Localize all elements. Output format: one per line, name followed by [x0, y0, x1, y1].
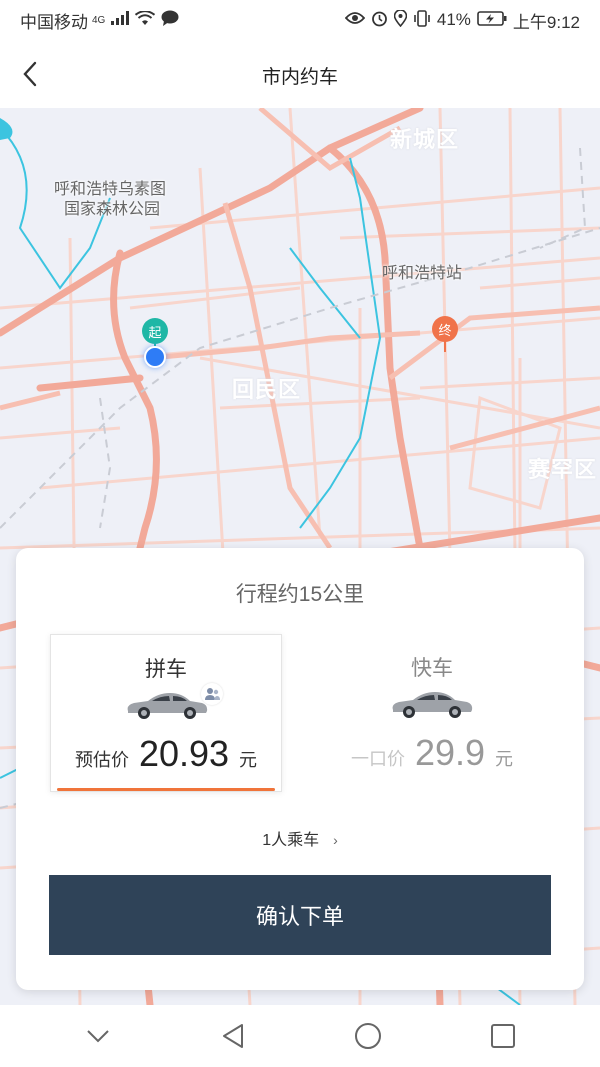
option-carpool-price: 预估价 20.93 元 — [51, 733, 281, 775]
nav-recents-button[interactable] — [478, 1011, 528, 1061]
price-value: 20.93 — [138, 733, 230, 774]
end-marker-stem — [444, 340, 446, 352]
map-label-station: 呼和浩特站 — [382, 265, 463, 282]
trip-distance: 行程约15公里 — [235, 583, 365, 606]
map-label-forest-park-line1: 呼和浩特乌素图 — [54, 181, 167, 198]
location-icon — [393, 8, 408, 31]
district-label-huimin: 回民区 — [232, 377, 302, 402]
status-left: 中国移动 4G — [20, 8, 179, 33]
car-icon — [392, 692, 473, 718]
battery-charging-icon — [477, 10, 507, 30]
system-nav-bar — [0, 1005, 600, 1067]
chevron-down-icon — [86, 1030, 109, 1043]
ride-options-card: 行程约15公里 拼车 预估价 20.93 元 快车 一口价 29.9 元 1人乘… — [16, 548, 584, 990]
carpool-people-icon — [201, 683, 223, 705]
status-right: 41% 上午9:12 — [344, 8, 580, 33]
carrier-label: 中国移动 — [20, 12, 88, 32]
option-carpool-name: 拼车 — [145, 658, 187, 681]
battery-percent: 41% — [436, 10, 471, 29]
chevron-right-icon: › — [333, 832, 338, 848]
home-circle-icon — [354, 1023, 381, 1049]
price-value: 29.9 — [414, 732, 486, 773]
map-label-forest-park: 呼和浩特乌素图 国家森林公园 — [54, 180, 166, 220]
start-marker[interactable]: 起 — [142, 318, 168, 344]
nav-bar: 市内约车 — [0, 40, 600, 108]
selected-indicator — [57, 788, 275, 791]
nav-home-button[interactable] — [343, 1011, 393, 1061]
option-express[interactable]: 快车 一口价 29.9 元 — [316, 634, 548, 792]
option-express-price: 一口价 29.9 元 — [316, 732, 548, 774]
back-triangle-icon — [222, 1024, 243, 1048]
price-prefix: 一口价 — [350, 749, 405, 769]
nav-back-button[interactable] — [208, 1011, 258, 1061]
end-marker[interactable]: 终 — [432, 316, 458, 342]
district-label-saihan: 赛罕区 — [528, 457, 598, 482]
status-bar: 中国移动 4G 41% 上午9:12 — [0, 0, 600, 40]
car-icon — [127, 693, 208, 719]
nav-hide-button[interactable] — [73, 1011, 123, 1061]
signal-icon — [111, 11, 130, 29]
alarm-icon — [371, 10, 388, 31]
page-title: 市内约车 — [261, 67, 338, 88]
price-unit: 元 — [239, 750, 258, 770]
passenger-count: 1人乘车 — [262, 832, 320, 849]
price-prefix: 预估价 — [74, 750, 129, 770]
district-label-xincheng: 新城区 — [390, 127, 460, 152]
message-icon — [161, 10, 179, 30]
recents-square-icon — [490, 1024, 515, 1048]
network-type: 4G — [92, 14, 106, 26]
current-location-dot — [144, 346, 166, 368]
price-unit: 元 — [495, 749, 514, 769]
clock-time: 上午9:12 — [512, 12, 580, 32]
wifi-icon — [135, 9, 156, 30]
map-label-forest-park-line2: 国家森林公园 — [64, 201, 161, 218]
confirm-order-button[interactable]: 确认下单 — [49, 875, 551, 955]
option-carpool[interactable]: 拼车 预估价 20.93 元 — [50, 634, 282, 792]
vibrate-icon — [413, 9, 431, 31]
passenger-count-selector[interactable]: 1人乘车 › — [16, 826, 584, 850]
eye-icon — [344, 11, 366, 29]
option-express-name: 快车 — [411, 657, 453, 680]
